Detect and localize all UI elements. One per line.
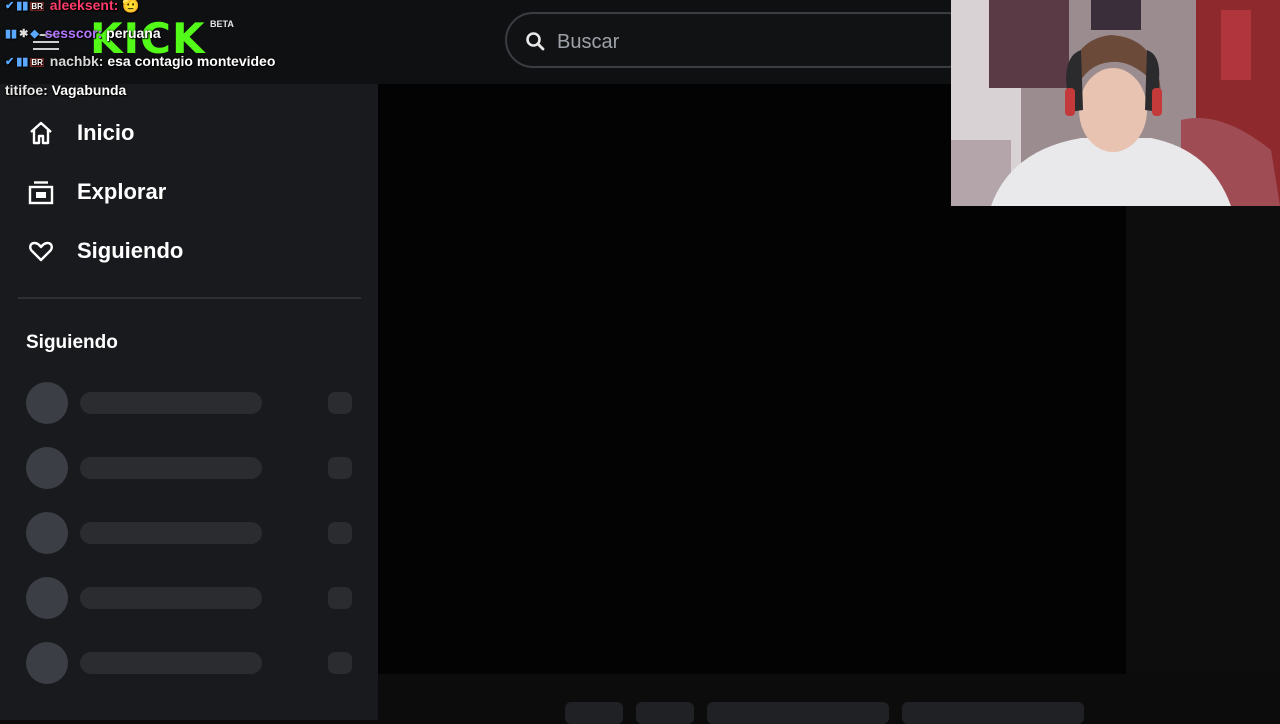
heart-icon — [29, 241, 53, 262]
home-icon — [30, 121, 52, 145]
star-badge-icon: ✱ — [19, 28, 29, 40]
loading-count — [328, 652, 352, 674]
sword-badge-icon: ✔ — [5, 0, 15, 12]
loading-channel-row — [26, 642, 356, 684]
loading-count — [328, 392, 352, 414]
search-icon — [526, 32, 545, 51]
chat-text: esa contagio montevideo — [107, 53, 276, 69]
loading-count — [328, 587, 352, 609]
channel-badge-icon: BR — [30, 2, 44, 11]
loading-channel-row — [26, 577, 356, 619]
right-column — [1126, 206, 1280, 720]
chat-message: ✔ ▮▮ BR nachbk: esa contagio montevideo — [5, 53, 275, 69]
chat-text: 🫡 — [122, 0, 140, 13]
beta-badge: BETA — [210, 19, 234, 29]
sidebar-item-label: Siguiendo — [77, 238, 184, 263]
chat-username[interactable]: nachbk: — [50, 53, 104, 69]
loading-avatar — [26, 577, 68, 619]
chat-username[interactable]: sesscor: — [45, 25, 103, 41]
subscriber-badge-icon: ▮▮ — [16, 0, 29, 12]
loading-channel-row — [26, 447, 356, 489]
webcam-overlay — [951, 0, 1280, 206]
loading-pill — [565, 702, 623, 724]
subscriber-badge-icon: ▮▮ — [5, 28, 18, 40]
sword-badge-icon: ✔ — [5, 56, 15, 68]
subscriber-badge-icon: ▮▮ — [16, 56, 29, 68]
loading-name-bar — [80, 522, 262, 544]
sidebar-item-explorar[interactable]: Explorar — [28, 172, 166, 212]
chat-message: ▮▮ ✱ ◆ sesscor: peruana — [5, 25, 161, 41]
search-input[interactable] — [555, 24, 939, 60]
loading-avatar — [26, 447, 68, 489]
gem-badge-icon: ◆ — [30, 28, 39, 40]
loading-count — [328, 457, 352, 479]
channel-badge-icon: BR — [30, 58, 44, 67]
chat-username[interactable]: titifoe: — [5, 82, 48, 98]
loading-count — [328, 522, 352, 544]
loading-pill — [902, 702, 1084, 724]
sidebar-item-inicio[interactable]: Inicio — [28, 113, 134, 153]
search-bar[interactable] — [505, 12, 975, 68]
loading-avatar — [26, 382, 68, 424]
chat-text: Vagabunda — [51, 82, 127, 98]
sidebar-divider — [18, 297, 361, 299]
sidebar-item-siguiendo[interactable]: Siguiendo — [28, 231, 183, 271]
loading-avatar — [26, 512, 68, 554]
loading-pill — [636, 702, 694, 724]
chat-message: titifoe: Vagabunda — [5, 82, 126, 98]
loading-pill — [707, 702, 889, 724]
following-section-title: Siguiendo — [26, 332, 118, 353]
loading-avatar — [26, 642, 68, 684]
chat-username[interactable]: aleeksent: — [50, 0, 118, 13]
loading-name-bar — [80, 652, 262, 674]
sidebar-item-label: Inicio — [77, 120, 135, 145]
loading-name-bar — [80, 392, 262, 414]
chat-message: ✔ ▮▮ BR aleeksent: 🫡 — [5, 0, 140, 14]
loading-channel-row — [26, 382, 356, 424]
webcam-image — [951, 0, 1280, 206]
sidebar-item-label: Explorar — [77, 179, 167, 204]
loading-name-bar — [80, 587, 262, 609]
browse-icon — [28, 181, 54, 205]
sidebar: Inicio Explorar Siguiendo Siguiendo — [0, 84, 378, 720]
chat-text: peruana — [106, 25, 161, 41]
loading-name-bar — [80, 457, 262, 479]
loading-channel-row — [26, 512, 356, 554]
